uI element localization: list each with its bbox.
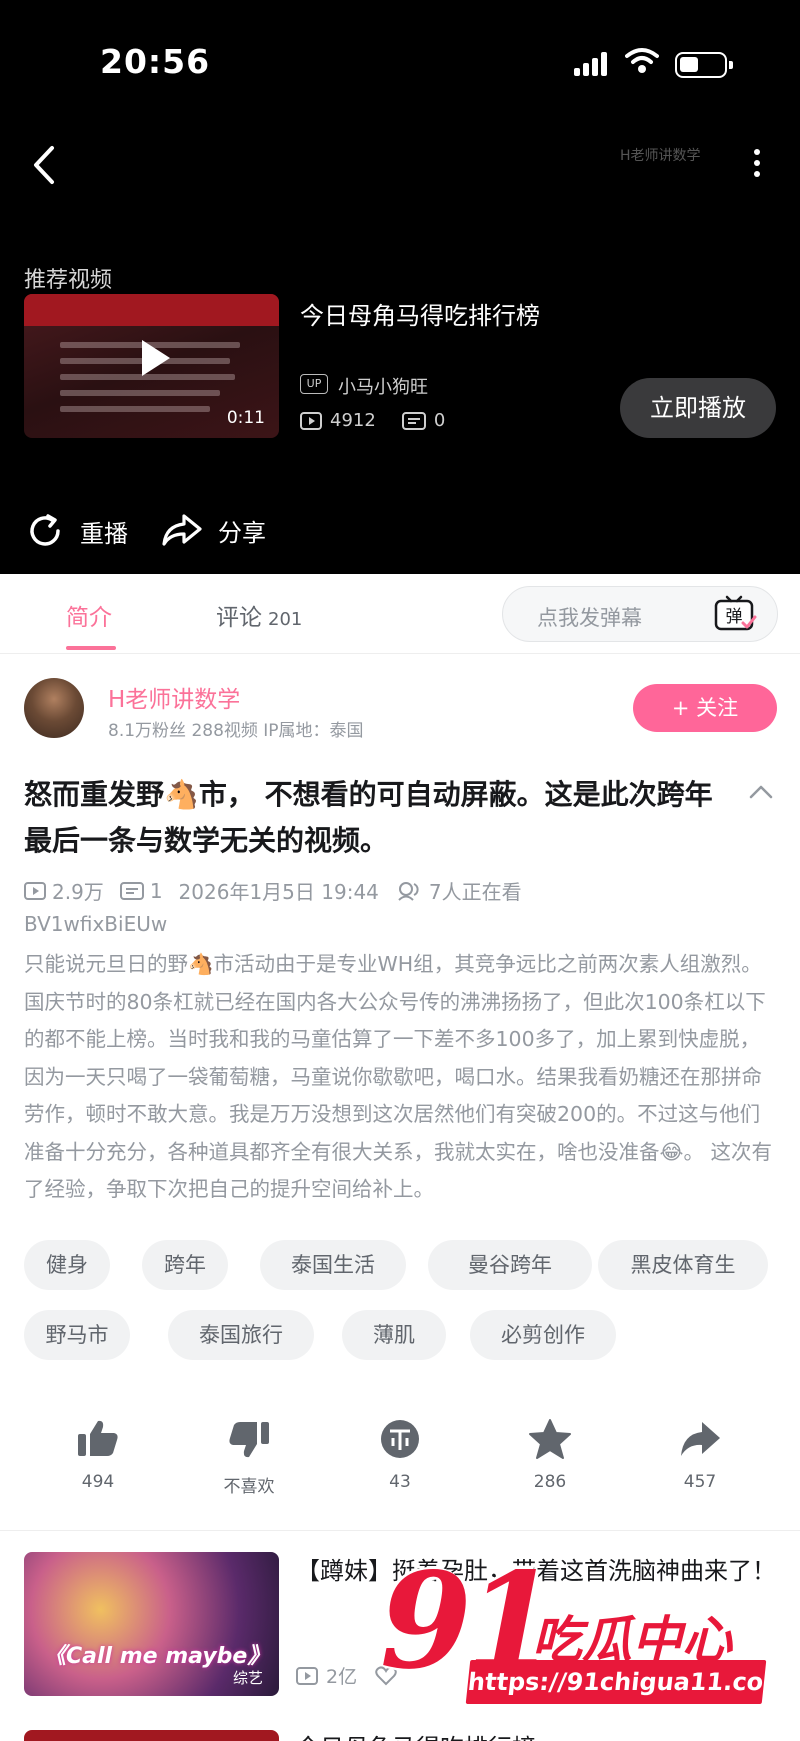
video-views: 2.9万: [52, 880, 104, 904]
section-divider: [0, 1530, 800, 1531]
view-count-icon: [24, 881, 46, 900]
recommended-video-stats: 4912 0: [300, 410, 445, 431]
overlay-watermark-url: https://91chigua11.com: [465, 1660, 790, 1704]
dislike-label: 不喜欢: [223, 1477, 275, 1497]
cellular-signal-icon: [574, 50, 612, 76]
follow-button[interactable]: + 关注: [633, 684, 777, 732]
danmaku-icon-char: 弹: [726, 607, 743, 627]
dislike-button[interactable]: 不喜欢: [199, 1418, 299, 1497]
recommended-video-thumbnail[interactable]: 0:11: [24, 294, 279, 438]
replay-button[interactable]: 重播: [24, 510, 128, 552]
recommend-label: 推荐视频: [24, 268, 113, 293]
related-video-views: 2亿: [326, 1666, 358, 1688]
video-title: 怒而重发野🐴市， 不想看的可自动屏蔽。这是此次跨年最后一条与数学无关的视频。: [24, 778, 713, 857]
recommended-video-views: 4912: [330, 410, 376, 431]
related-video-title-2[interactable]: 今日母角马得吃排行榜: [296, 1728, 536, 1741]
recommended-video-uploader[interactable]: 小马小狗旺: [338, 373, 428, 399]
tab-bar: 简介 评论 201 点我发弹幕 弹: [0, 574, 800, 654]
related-video-thumbnail-2[interactable]: [24, 1730, 279, 1741]
tab-intro[interactable]: 简介: [66, 598, 112, 632]
favorite-count: 286: [533, 1472, 567, 1492]
related-thumb-caption: 《Call me maybe》: [44, 1644, 270, 1669]
video-meta: 2.9万 1 2026年1月5日 19:44 7人正在看: [24, 876, 522, 905]
tag-item[interactable]: 必剪创作: [470, 1310, 616, 1360]
video-watching: 7人正在看: [428, 880, 522, 904]
danmaku-toggle-icon[interactable]: 弹: [713, 595, 757, 635]
share-action-button[interactable]: 457: [650, 1418, 750, 1492]
share-button[interactable]: 分享: [160, 510, 266, 550]
danmaku-count-icon: [401, 411, 426, 430]
like-count: 494: [81, 1472, 115, 1492]
author-avatar[interactable]: [24, 678, 84, 738]
tag-item[interactable]: 野马市: [24, 1310, 130, 1360]
tab-comments-label: 评论: [216, 605, 262, 631]
thumb-down-icon: [229, 1422, 269, 1458]
replay-label: 重播: [80, 519, 128, 548]
related-video-thumbnail[interactable]: 《Call me maybe》 综艺: [24, 1552, 279, 1696]
battery-icon: [675, 52, 733, 78]
danmaku-count-icon: [119, 881, 144, 900]
tag-item[interactable]: 曼谷跨年: [428, 1240, 592, 1290]
share-count: 457: [683, 1472, 717, 1492]
author-name[interactable]: H老师讲数学: [108, 680, 240, 714]
recommended-video-danmaku: 0: [433, 410, 446, 431]
tab-active-indicator: [66, 646, 116, 650]
play-now-button[interactable]: 立即播放: [620, 378, 776, 438]
favorite-button[interactable]: 286: [500, 1418, 600, 1492]
tag-item[interactable]: 跨年: [142, 1240, 228, 1290]
video-date: 2026年1月5日 19:44: [178, 880, 379, 904]
video-player-area[interactable]: 20:56 H老师讲数学 推荐视频 0:11 今日母角马得吃排行榜 UP 小马小…: [0, 0, 800, 574]
watching-icon: [398, 881, 419, 901]
video-duration: 0:11: [226, 408, 265, 428]
danmaku-input[interactable]: 点我发弹幕 弹: [502, 586, 778, 642]
collapse-icon[interactable]: [748, 782, 774, 800]
coin-button[interactable]: 43: [350, 1418, 450, 1492]
back-button[interactable]: [26, 140, 66, 190]
danmaku-placeholder: 点我发弹幕: [537, 606, 642, 630]
up-badge: UP: [300, 374, 328, 394]
replay-icon: [30, 514, 60, 546]
play-icon[interactable]: [124, 330, 180, 386]
video-danmaku-count: 1: [149, 878, 163, 903]
tab-comments[interactable]: 评论 201: [216, 598, 302, 632]
related-thumb-tag: 综艺: [232, 1669, 263, 1687]
channel-watermark: H老师讲数学: [620, 148, 701, 164]
share-arrow-icon: [681, 1422, 720, 1456]
tag-item[interactable]: 薄肌: [342, 1310, 446, 1360]
video-bvid: BV1wfixBiEUw: [24, 912, 168, 936]
share-label: 分享: [218, 518, 266, 547]
star-icon: [529, 1419, 571, 1459]
coin-icon: [381, 1420, 419, 1458]
share-icon: [162, 514, 202, 546]
like-button[interactable]: 494: [48, 1418, 148, 1492]
recommended-video-title[interactable]: 今日母角马得吃排行榜: [300, 296, 540, 331]
author-meta: 8.1万粉丝 288视频 IP属地：泰国: [108, 721, 364, 741]
thumb-up-icon: [78, 1420, 118, 1456]
wifi-icon: [625, 48, 659, 73]
tag-item[interactable]: 泰国旅行: [168, 1310, 314, 1360]
tag-item[interactable]: 泰国生活: [260, 1240, 406, 1290]
tab-comments-count: 201: [268, 609, 303, 630]
coin-count: 43: [389, 1472, 411, 1492]
tag-item[interactable]: 黑皮体育生: [598, 1240, 768, 1290]
more-menu-icon[interactable]: [745, 145, 769, 189]
view-count-icon: [300, 411, 322, 430]
view-count-icon: [296, 1666, 318, 1685]
video-description: 只能说元旦日的野🐴市活动由于是专业WH组，其竞争远比之前两次素人组激烈。 国庆节…: [24, 952, 772, 1201]
status-time: 20:56: [100, 42, 211, 81]
tag-item[interactable]: 健身: [24, 1240, 110, 1290]
